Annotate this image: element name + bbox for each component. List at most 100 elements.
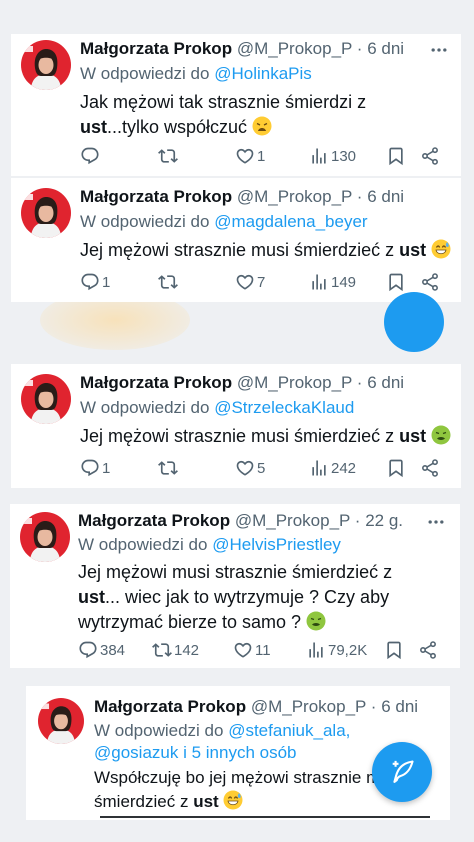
more-dots-icon[interactable] (426, 512, 446, 532)
author-handle[interactable]: @M_Prokop_P (251, 697, 366, 716)
views-bar-icon (309, 146, 329, 166)
author-handle[interactable]: @M_Prokop_P (237, 373, 352, 392)
compose-feather-icon (388, 758, 416, 786)
compose-button[interactable] (372, 742, 432, 802)
tweet-card[interactable]: Małgorzata Prokop @M_Prokop_P · 6 dni W … (11, 178, 461, 302)
reply-mention[interactable]: @HelvisPriestley (212, 535, 341, 554)
tweet-time[interactable]: 6 dni (367, 187, 404, 206)
tweet-time[interactable]: 6 dni (367, 39, 404, 58)
like-button[interactable]: 1 (235, 144, 265, 168)
retweet-icon (158, 458, 178, 478)
separator-dot: · (356, 39, 363, 58)
views-bar-icon (309, 272, 329, 292)
reply-mention[interactable]: @HolinkaPis (214, 64, 312, 83)
reply-bubble-icon (78, 640, 98, 660)
tweet-time[interactable]: 22 g. (365, 511, 403, 530)
bookmark-button[interactable] (384, 638, 404, 662)
tweet-text: Jej mężowi musi strasznie śmierdzieć z u… (78, 562, 393, 632)
reply-prefix: W odpowiedzi do (78, 535, 208, 554)
action-bar: 384 142 11 79,2K (78, 638, 450, 662)
compose-button-peek (384, 292, 444, 352)
views-button[interactable]: 130 (309, 144, 356, 168)
author-name[interactable]: Małgorzata Prokop (78, 511, 230, 530)
tweet-text: Współczuję bo jej mężowi strasznie m śmi… (94, 768, 381, 811)
reply-context: W odpowiedzi do @magdalena_beyer (80, 211, 368, 233)
share-button[interactable] (420, 144, 440, 168)
author-name[interactable]: Małgorzata Prokop (94, 697, 246, 716)
weary-face-emoji (252, 116, 272, 136)
divider (100, 816, 430, 818)
views-button[interactable]: 242 (309, 456, 356, 480)
bookmark-button[interactable] (386, 456, 406, 480)
author-name[interactable]: Małgorzata Prokop (80, 373, 232, 392)
bookmark-icon (386, 458, 406, 478)
views-bar-icon (309, 458, 329, 478)
bookmark-icon (386, 146, 406, 166)
avatar[interactable] (20, 512, 70, 562)
reply-bubble-icon (80, 458, 100, 478)
reply-button[interactable] (80, 144, 102, 168)
avatar[interactable] (21, 374, 71, 424)
reply-context: W odpowiedzi do @HolinkaPis (80, 63, 312, 85)
avatar[interactable] (38, 698, 84, 744)
heart-icon (233, 640, 253, 660)
avatar[interactable] (21, 188, 71, 238)
avatar[interactable] (21, 40, 71, 90)
tweet-time[interactable]: 6 dni (367, 373, 404, 392)
reply-prefix: W odpowiedzi do (80, 398, 210, 417)
reply-button[interactable]: 1 (80, 270, 110, 294)
reply-button[interactable]: 1 (80, 456, 110, 480)
views-button[interactable]: 79,2K (306, 638, 367, 662)
tweet-card[interactable]: Małgorzata Prokop @M_Prokop_P · 6 dni W … (11, 34, 461, 176)
bookmark-button[interactable] (386, 270, 406, 294)
views-button[interactable]: 149 (309, 270, 356, 294)
tweet-card[interactable]: Małgorzata Prokop @M_Prokop_P · 6 dni W … (11, 364, 461, 488)
retweet-button[interactable]: 142 (152, 638, 199, 662)
share-icon (420, 146, 440, 166)
tweet-text: Jej mężowi strasznie musi śmierdzieć z u… (80, 238, 455, 263)
author-handle[interactable]: @M_Prokop_P (237, 187, 352, 206)
share-icon (420, 458, 440, 478)
author-name[interactable]: Małgorzata Prokop (80, 39, 232, 58)
retweet-button[interactable] (158, 144, 180, 168)
heart-icon (235, 146, 255, 166)
grinning-sweat-emoji (431, 239, 451, 259)
share-button[interactable] (420, 270, 440, 294)
reply-mention[interactable]: @StrzeleckaKlaud (214, 398, 354, 417)
reply-bubble-icon (80, 272, 100, 292)
reply-button[interactable]: 384 (78, 638, 125, 662)
reply-bubble-icon (80, 146, 100, 166)
like-button[interactable]: 11 (233, 638, 271, 662)
nauseated-face-emoji (431, 425, 451, 445)
tweet-time[interactable]: 6 dni (381, 697, 418, 716)
action-bar: 1 5 242 (80, 456, 450, 480)
separator-dot: · (356, 187, 363, 206)
tweet-header: Małgorzata Prokop @M_Prokop_P · 22 g. (78, 510, 403, 532)
tweet-header: Małgorzata Prokop @M_Prokop_P · 6 dni (94, 696, 418, 718)
reply-context: W odpowiedzi do @HelvisPriestley (78, 534, 341, 556)
tweet-header: Małgorzata Prokop @M_Prokop_P · 6 dni (80, 38, 404, 60)
share-button[interactable] (420, 456, 440, 480)
tweet-card[interactable]: Małgorzata Prokop @M_Prokop_P · 22 g. W … (10, 504, 460, 668)
like-button[interactable]: 5 (235, 456, 265, 480)
reply-mention[interactable]: @magdalena_beyer (214, 212, 367, 231)
bookmark-button[interactable] (386, 144, 406, 168)
share-button[interactable] (418, 638, 438, 662)
reply-prefix: W odpowiedzi do (80, 64, 210, 83)
author-name[interactable]: Małgorzata Prokop (80, 187, 232, 206)
retweet-button[interactable] (158, 270, 180, 294)
retweet-icon (152, 640, 172, 660)
author-handle[interactable]: @M_Prokop_P (237, 39, 352, 58)
separator-dot: · (370, 697, 377, 716)
like-button[interactable]: 7 (235, 270, 265, 294)
retweet-button[interactable] (158, 456, 180, 480)
retweet-icon (158, 272, 178, 292)
heart-icon (235, 272, 255, 292)
tweet-header: Małgorzata Prokop @M_Prokop_P · 6 dni (80, 186, 404, 208)
more-dots-icon[interactable] (429, 40, 449, 60)
author-handle[interactable]: @M_Prokop_P (235, 511, 350, 530)
tweet-text: Jej mężowi strasznie musi śmierdzieć z u… (80, 424, 455, 449)
heart-icon (235, 458, 255, 478)
grinning-sweat-emoji (223, 790, 243, 810)
reply-prefix: W odpowiedzi do (80, 212, 210, 231)
